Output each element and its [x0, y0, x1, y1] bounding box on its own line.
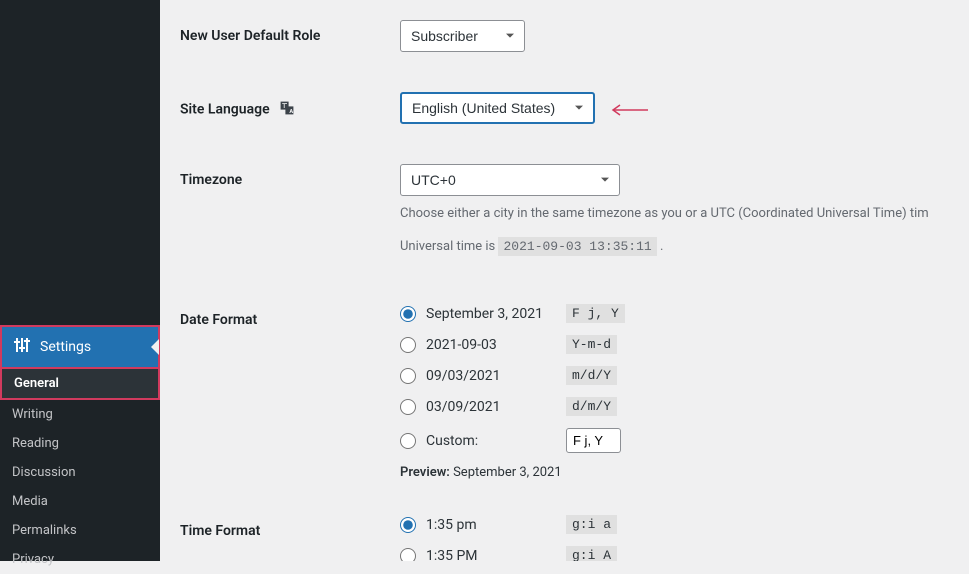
date-format-custom-label: Custom: — [426, 433, 566, 449]
radio-time-format-1[interactable] — [400, 517, 416, 533]
sidebar-item-reading[interactable]: Reading — [0, 429, 160, 458]
submenu-indicator-icon — [151, 339, 159, 355]
radio-date-format-4[interactable] — [400, 399, 416, 415]
settings-main-content: New User Default Role Subscriber Site La… — [160, 0, 969, 561]
timezone-help-text: Choose either a city in the same timezon… — [400, 206, 949, 221]
sidebar-item-media[interactable]: Media — [0, 487, 160, 516]
time-format-code-2: g:i A — [566, 546, 617, 561]
sidebar-item-permalinks[interactable]: Permalinks — [0, 516, 160, 545]
time-format-option-2: 1:35 PM g:i A — [400, 546, 949, 561]
date-format-option-4: 03/09/2021 d/m/Y — [400, 397, 949, 416]
svg-text:A: A — [289, 109, 293, 115]
label-site-language: Site Language A — [180, 92, 400, 120]
row-time-format: Time Format 1:35 pm g:i a 1:35 PM g:i A … — [180, 515, 949, 561]
radio-date-format-1[interactable] — [400, 306, 416, 322]
date-format-code-1: F j, Y — [566, 304, 625, 323]
date-format-code-3: m/d/Y — [566, 366, 617, 385]
select-site-language[interactable]: English (United States) — [400, 92, 595, 124]
input-date-format-custom[interactable] — [566, 428, 621, 453]
radio-date-format-2[interactable] — [400, 337, 416, 353]
admin-sidebar: Settings General Writing Reading Discuss… — [0, 0, 160, 561]
label-new-user-role: New User Default Role — [180, 20, 400, 44]
date-format-option-2: 2021-09-03 Y-m-d — [400, 335, 949, 354]
radio-time-format-2[interactable] — [400, 548, 416, 562]
time-format-display-2: 1:35 PM — [426, 548, 566, 562]
translate-icon: A — [279, 100, 295, 120]
row-new-user-role: New User Default Role Subscriber — [180, 20, 949, 52]
universal-time-text: Universal time is 2021-09-03 13:35:11 . — [400, 239, 949, 254]
time-format-display-1: 1:35 pm — [426, 517, 566, 533]
date-format-code-2: Y-m-d — [566, 335, 617, 354]
date-format-option-custom: Custom: — [400, 428, 949, 453]
label-timezone: Timezone — [180, 164, 400, 188]
date-format-option-3: 09/03/2021 m/d/Y — [400, 366, 949, 385]
select-timezone[interactable]: UTC+0 — [400, 164, 620, 196]
sidebar-menu-label: Settings — [40, 339, 91, 355]
time-format-code-1: g:i a — [566, 515, 617, 534]
select-new-user-role[interactable]: Subscriber — [400, 20, 525, 52]
date-format-display-4: 03/09/2021 — [426, 399, 566, 415]
arrow-annotation-icon — [608, 102, 648, 118]
sidebar-item-general[interactable]: General — [0, 369, 160, 400]
row-site-language: Site Language A English (United States) — [180, 92, 949, 124]
time-format-option-1: 1:35 pm g:i a — [400, 515, 949, 534]
sidebar-item-discussion[interactable]: Discussion — [0, 458, 160, 487]
row-date-format: Date Format September 3, 2021 F j, Y 202… — [180, 304, 949, 480]
settings-icon — [12, 335, 32, 359]
date-format-display-1: September 3, 2021 — [426, 306, 566, 322]
label-date-format: Date Format — [180, 304, 400, 328]
radio-date-format-3[interactable] — [400, 368, 416, 384]
date-format-option-1: September 3, 2021 F j, Y — [400, 304, 949, 323]
date-format-display-2: 2021-09-03 — [426, 337, 566, 353]
date-format-preview: Preview: September 3, 2021 — [400, 465, 949, 480]
sidebar-item-writing[interactable]: Writing — [0, 400, 160, 429]
date-format-code-4: d/m/Y — [566, 397, 617, 416]
sidebar-item-privacy[interactable]: Privacy — [0, 545, 160, 574]
date-format-display-3: 09/03/2021 — [426, 368, 566, 384]
radio-date-format-custom[interactable] — [400, 433, 416, 449]
row-timezone: Timezone UTC+0 Choose either a city in t… — [180, 164, 949, 254]
label-time-format: Time Format — [180, 515, 400, 539]
sidebar-menu-settings[interactable]: Settings — [0, 325, 160, 369]
